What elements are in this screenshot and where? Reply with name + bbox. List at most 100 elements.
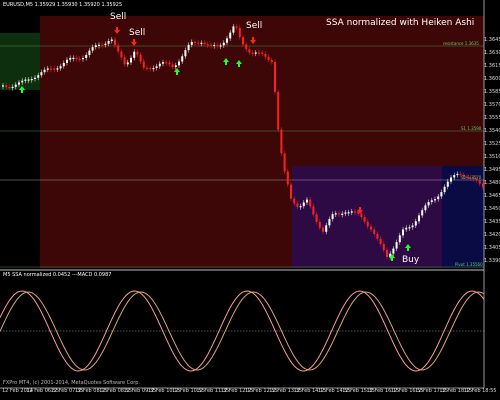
candle xyxy=(264,54,267,57)
candle xyxy=(360,213,363,218)
candle xyxy=(75,57,78,60)
candle xyxy=(354,211,356,213)
candle xyxy=(296,203,299,207)
candle xyxy=(203,42,206,45)
candle xyxy=(126,62,129,65)
candle xyxy=(325,225,328,232)
candle xyxy=(123,57,126,65)
price-tick: 1.3510 xyxy=(484,154,500,160)
candle xyxy=(456,173,459,176)
candle xyxy=(376,233,379,239)
candle xyxy=(34,77,36,79)
price-tick: 1.3405 xyxy=(484,245,500,251)
candle xyxy=(82,58,84,60)
candle xyxy=(37,75,40,78)
candle xyxy=(14,84,17,87)
candle xyxy=(286,171,289,185)
level-label-1: resistance 1.3635 xyxy=(443,41,479,46)
candle xyxy=(216,44,219,47)
candle xyxy=(424,205,427,211)
candle xyxy=(162,62,164,64)
candle xyxy=(46,68,49,70)
candle xyxy=(274,62,276,92)
candle xyxy=(181,56,184,62)
candle xyxy=(254,52,257,54)
candle xyxy=(440,192,443,197)
candle xyxy=(318,221,321,228)
price-tick: 1.3435 xyxy=(484,219,500,225)
candle xyxy=(40,72,43,76)
candle xyxy=(187,44,190,51)
candle xyxy=(94,45,97,48)
candle xyxy=(395,242,398,249)
level-label-2: S1 1.3590 xyxy=(461,126,482,131)
candle xyxy=(421,210,424,216)
candle xyxy=(283,153,286,172)
symbol-header: EURUSD,M5 1.35929 1.35930 1.35920 1.3592… xyxy=(3,2,123,8)
candle xyxy=(146,67,148,69)
candle xyxy=(242,37,244,45)
candle xyxy=(382,243,385,251)
candle xyxy=(347,212,350,214)
chart-canvas[interactable] xyxy=(0,0,500,400)
candle xyxy=(130,57,132,63)
price-tick: 1.3420 xyxy=(484,232,500,238)
candle xyxy=(107,41,110,44)
candle xyxy=(2,85,4,87)
candle xyxy=(98,44,100,46)
candle xyxy=(293,198,296,204)
candle xyxy=(309,199,312,207)
candle xyxy=(59,66,62,69)
candle xyxy=(398,235,401,243)
candle xyxy=(85,54,88,59)
candle xyxy=(408,227,411,229)
candle xyxy=(306,199,308,203)
candle xyxy=(446,181,449,187)
candle xyxy=(62,62,65,67)
candle xyxy=(386,250,388,257)
candle xyxy=(450,177,452,182)
candle xyxy=(427,202,430,206)
candle xyxy=(392,248,395,254)
candle xyxy=(178,61,180,66)
candle xyxy=(190,41,193,45)
candle xyxy=(373,229,376,234)
candle xyxy=(200,42,203,44)
candle xyxy=(158,63,161,67)
candle xyxy=(101,44,104,46)
candle xyxy=(8,87,11,89)
candle xyxy=(206,44,209,46)
candle xyxy=(222,42,225,46)
candle xyxy=(110,39,113,42)
candle xyxy=(315,214,318,222)
candle xyxy=(478,180,481,184)
price-tick: 1.3645 xyxy=(484,37,500,43)
candle xyxy=(219,45,222,47)
candle xyxy=(248,49,251,53)
price-tick: 1.3570 xyxy=(484,102,500,108)
price-tick: 1.3615 xyxy=(484,63,500,69)
candle xyxy=(453,175,456,178)
candle xyxy=(235,26,238,28)
candle xyxy=(78,58,81,60)
price-tick: 1.3390 xyxy=(484,258,500,264)
candle xyxy=(114,39,116,46)
candle xyxy=(437,196,440,200)
candle xyxy=(142,61,145,68)
candle xyxy=(53,68,56,70)
candle xyxy=(194,41,196,44)
candle xyxy=(277,91,280,130)
price-tick: 1.3525 xyxy=(484,141,500,147)
candle xyxy=(270,59,273,63)
candle xyxy=(18,82,20,85)
candle xyxy=(91,47,94,51)
candle xyxy=(370,226,372,230)
candle xyxy=(338,213,340,215)
price-tick: 1.3555 xyxy=(484,115,500,121)
candle xyxy=(341,213,344,215)
candle xyxy=(69,57,72,60)
candle xyxy=(434,199,436,201)
candle xyxy=(21,80,24,83)
candle xyxy=(443,186,446,193)
candle xyxy=(299,206,302,208)
